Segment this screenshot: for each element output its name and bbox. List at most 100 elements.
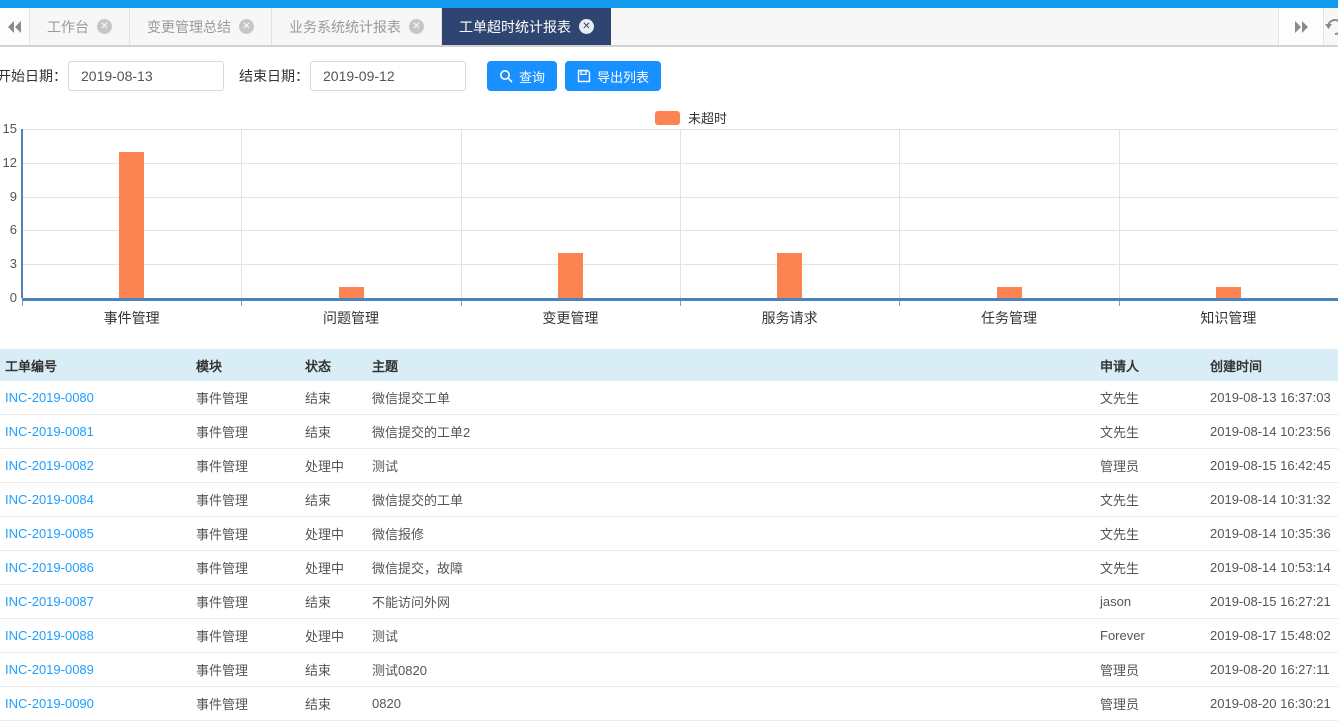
x-axis-tick — [22, 301, 23, 306]
cell-工单编号: INC-2019-0085 — [0, 526, 191, 541]
cell-模块: 事件管理 — [196, 663, 249, 678]
cell-主题: 测试0820 — [372, 663, 427, 678]
refresh-icon — [1324, 17, 1338, 37]
tab-1[interactable]: 变更管理总结 ✕ — [130, 8, 272, 45]
cell-主题: 测试 — [372, 629, 399, 644]
tab-label: 变更管理总结 — [147, 18, 231, 35]
ticket-link[interactable]: INC-2019-0084 — [5, 492, 94, 507]
search-button[interactable]: 查询 — [487, 61, 558, 91]
double-chevron-right-icon — [1293, 20, 1309, 34]
scroll-tabs-right-button[interactable] — [1278, 8, 1324, 45]
x-axis-category-label: 问题管理 — [323, 310, 379, 326]
filter-bar: 开始日期： 结束日期： 查询 导出列表 — [0, 60, 1338, 92]
cell-状态: 处理中 — [305, 629, 345, 644]
cell-模块: 事件管理 — [196, 527, 249, 542]
table-row-2: INC-2019-0082 事件管理 处理中 测试 管理员 2019-08-15 16:4… — [0, 449, 1338, 483]
ticket-link[interactable]: INC-2019-0081 — [5, 424, 94, 439]
cell-工单编号: INC-2019-0090 — [0, 696, 191, 711]
cell-状态: 结束 — [305, 425, 332, 440]
tab-close-icon[interactable]: ✕ — [239, 19, 254, 34]
cell-创建时间: 2019-08-14 10:35:36 — [1210, 526, 1331, 541]
tab-close-icon[interactable]: ✕ — [579, 19, 594, 34]
x-axis-tick — [460, 301, 462, 306]
x-axis-category-label: 变更管理 — [542, 310, 599, 326]
ticket-link[interactable]: INC-2019-0089 — [5, 662, 94, 677]
bar-事件管理 — [119, 151, 145, 298]
cell-模块: 事件管理 — [196, 459, 249, 474]
tab-close-icon[interactable]: ✕ — [97, 19, 112, 34]
save-export-icon — [577, 69, 591, 83]
cell-工单编号: INC-2019-0089 — [0, 662, 191, 677]
ticket-link[interactable]: INC-2019-0085 — [5, 526, 94, 541]
search-button-label: 查询 — [519, 69, 546, 85]
bar-服务请求 — [777, 252, 803, 298]
cell-申请人: 文先生 — [1100, 527, 1140, 542]
category-divider — [460, 129, 462, 298]
y-axis-line — [21, 129, 23, 298]
y-axis-tick-label: 0 — [9, 290, 17, 305]
tab-list: 工作台 ✕ 变更管理总结 ✕ 业务系统统计报表 ✕ 工单超时统计报表 ✕ — [30, 8, 611, 45]
table-row-3: INC-2019-0084 事件管理 结束 微信提交的工单 文先生 2019-08-14 … — [0, 483, 1338, 517]
column-header-0: 工单编号 — [5, 358, 58, 374]
refresh-tabs-button[interactable] — [1324, 8, 1338, 45]
table-row-1: INC-2019-0081 事件管理 结束 微信提交的工单2 文先生 2019-08-14… — [0, 415, 1338, 449]
category-divider — [1118, 129, 1120, 298]
category-divider — [241, 129, 243, 298]
cell-创建时间: 2019-08-14 10:53:14 — [1210, 560, 1331, 575]
table-row-7: INC-2019-0088 事件管理 处理中 测试 Forever 2019-08-17 … — [0, 619, 1338, 653]
column-header-2: 状态 — [305, 358, 332, 374]
cell-申请人: 管理员 — [1100, 459, 1140, 474]
cell-创建时间: 2019-08-15 16:27:21 — [1210, 594, 1331, 609]
y-axis-tick-label: 15 — [2, 121, 17, 136]
table-row-9: INC-2019-0090 事件管理 结束 0820 管理员 2019-08-20 16:… — [0, 687, 1338, 721]
end-date-input[interactable] — [310, 61, 466, 91]
cell-状态: 处理中 — [305, 561, 345, 576]
table-header-row: 工单编号 模块 状态 主题 申请人 创建时间 — [0, 349, 1338, 381]
work-order-table: 工单编号 模块 状态 主题 申请人 创建时间 INC-2019-0080 事件管理 结束 微信提… — [0, 349, 1338, 721]
cell-工单编号: INC-2019-0086 — [0, 560, 191, 575]
ticket-link[interactable]: INC-2019-0090 — [5, 696, 94, 711]
cell-工单编号: INC-2019-0088 — [0, 628, 191, 643]
bar-chart: 0 3 6 9 12 15 事件管理 问题管理 变更管理 服务请求 任务管理 知识管理 — [0, 121, 1338, 326]
tab-3[interactable]: 工单超时统计报表 ✕ — [442, 8, 611, 45]
bar-问题管理 — [338, 286, 364, 298]
tab-2[interactable]: 业务系统统计报表 ✕ — [272, 8, 442, 45]
x-axis-category-label: 任务管理 — [981, 310, 1037, 326]
start-date-input[interactable] — [68, 61, 224, 91]
double-chevron-left-icon — [7, 20, 23, 34]
cell-申请人: 文先生 — [1100, 425, 1140, 440]
y-axis-tick-label: 3 — [9, 256, 17, 272]
ticket-link[interactable]: INC-2019-0082 — [5, 458, 94, 473]
category-divider — [899, 129, 901, 298]
cell-状态: 处理中 — [305, 527, 345, 542]
table-row-4: INC-2019-0085 事件管理 处理中 微信报修 文先生 2019-08-14 10… — [0, 517, 1338, 551]
cell-主题: 微信报修 — [372, 527, 425, 542]
cell-主题: 微信提交的工单2 — [372, 425, 471, 440]
tab-bar: 工作台 ✕ 变更管理总结 ✕ 业务系统统计报表 ✕ 工单超时统计报表 ✕ — [0, 8, 1338, 47]
cell-创建时间: 2019-08-14 10:31:32 — [1210, 492, 1331, 507]
cell-申请人: 文先生 — [1100, 561, 1140, 576]
ticket-link[interactable]: INC-2019-0088 — [5, 628, 94, 643]
ticket-link[interactable]: INC-2019-0087 — [5, 594, 94, 609]
table-row-6: INC-2019-0087 事件管理 结束 不能访问外网 jason 2019-08-15… — [0, 585, 1338, 619]
cell-模块: 事件管理 — [196, 391, 249, 406]
cell-申请人: 文先生 — [1100, 493, 1140, 508]
table-row-0: INC-2019-0080 事件管理 结束 微信提交工单 文先生 2019-08-13 1… — [0, 381, 1338, 415]
cell-申请人: 管理员 — [1100, 663, 1140, 678]
scroll-tabs-left-button[interactable] — [0, 8, 30, 45]
table-body: INC-2019-0080 事件管理 结束 微信提交工单 文先生 2019-08-13 1… — [0, 381, 1338, 721]
cell-工单编号: INC-2019-0084 — [0, 492, 191, 507]
column-header-4: 申请人 — [1100, 358, 1140, 374]
cell-工单编号: INC-2019-0087 — [0, 594, 191, 609]
column-header-5: 创建时间 — [1210, 358, 1263, 374]
ticket-link[interactable]: INC-2019-0086 — [5, 560, 94, 575]
tab-label: 工作台 — [47, 18, 89, 35]
tab-close-icon[interactable]: ✕ — [409, 19, 424, 34]
x-axis-tick — [1118, 301, 1120, 306]
export-list-button[interactable]: 导出列表 — [565, 61, 662, 91]
top-accent-strip — [0, 0, 1338, 8]
start-date-label: 开始日期： — [0, 68, 67, 84]
cell-模块: 事件管理 — [196, 595, 249, 610]
ticket-link[interactable]: INC-2019-0080 — [5, 390, 94, 405]
tab-0[interactable]: 工作台 ✕ — [30, 8, 130, 45]
